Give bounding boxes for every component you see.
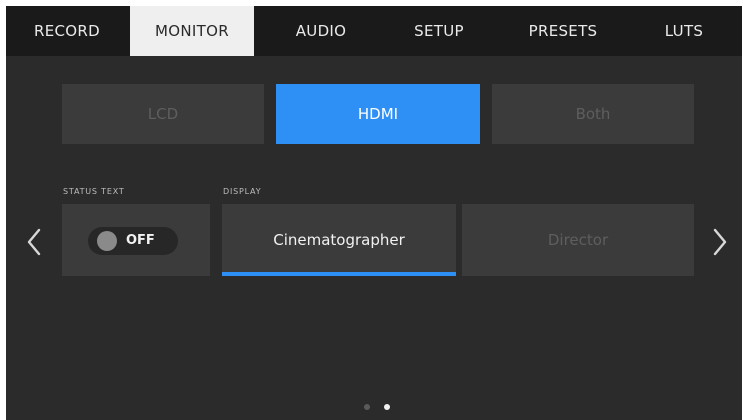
display-option-director[interactable]: Director [462, 204, 694, 276]
tab-audio[interactable]: AUDIO [258, 6, 384, 56]
monitor-option-lcd[interactable]: LCD [62, 84, 264, 144]
display-option-cinematographer[interactable]: Cinematographer [222, 204, 456, 276]
status-text-toggle[interactable]: OFF [88, 227, 178, 255]
tab-presets[interactable]: PRESETS [500, 6, 626, 56]
toggle-value: OFF [126, 233, 155, 248]
tab-monitor[interactable]: MONITOR [130, 6, 254, 56]
chevron-right-icon[interactable] [706, 224, 734, 260]
page-dot-1[interactable] [364, 404, 370, 410]
monitor-settings-screen: RECORD MONITOR AUDIO SETUP PRESETS LUTS … [6, 6, 742, 420]
monitor-option-hdmi[interactable]: HDMI [276, 84, 480, 144]
page-dot-2[interactable] [384, 404, 390, 410]
display-option-label: Cinematographer [273, 231, 405, 249]
monitor-option-both[interactable]: Both [492, 84, 694, 144]
display-option-label: Director [547, 231, 609, 249]
status-text-panel[interactable]: OFF [62, 204, 210, 276]
tab-bar: RECORD MONITOR AUDIO SETUP PRESETS LUTS [6, 6, 742, 56]
tab-record[interactable]: RECORD [6, 6, 128, 56]
tab-luts[interactable]: LUTS [626, 6, 742, 56]
status-text-caption: STATUS TEXT [63, 187, 125, 196]
selected-underline [222, 272, 456, 276]
chevron-left-icon[interactable] [20, 224, 48, 260]
tab-setup[interactable]: SETUP [378, 6, 500, 56]
toggle-knob [97, 231, 117, 251]
display-caption: DISPLAY [223, 187, 262, 196]
